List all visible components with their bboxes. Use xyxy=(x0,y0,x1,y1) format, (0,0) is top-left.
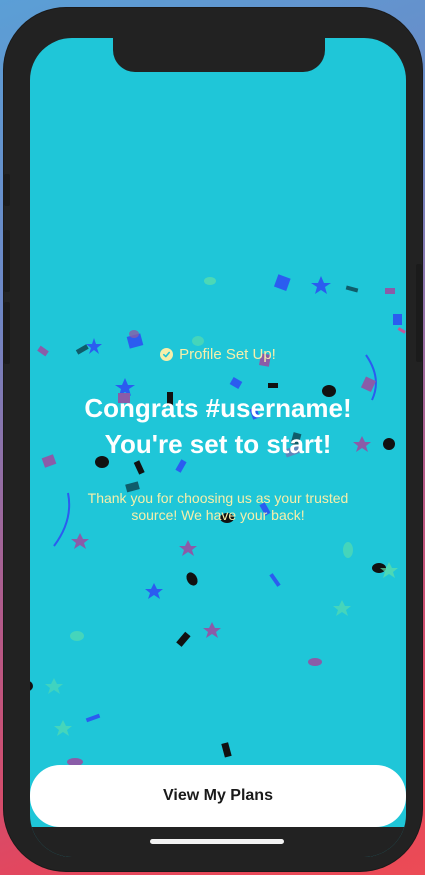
power-button xyxy=(416,264,422,362)
volume-up-button xyxy=(4,230,10,292)
app-screen: Profile Set Up! Congrats #username! You'… xyxy=(30,38,406,857)
subtext-line-2: source! We have your back! xyxy=(131,507,305,523)
congrats-headline: Congrats #username! You're set to start! xyxy=(30,390,406,462)
headline-line-1: Congrats #username! xyxy=(84,393,352,423)
home-indicator[interactable] xyxy=(150,839,284,844)
headline-line-2: You're set to start! xyxy=(104,429,332,459)
volume-down-button xyxy=(4,302,10,364)
subtext-line-1: Thank you for choosing us as your truste… xyxy=(87,490,349,506)
notch xyxy=(113,38,325,72)
check-circle-icon xyxy=(160,348,174,361)
thank-you-message: Thank you for choosing us as your truste… xyxy=(60,490,376,524)
profile-setup-badge: Profile Set Up! xyxy=(30,346,406,363)
phone-frame: Profile Set Up! Congrats #username! You'… xyxy=(4,8,422,871)
badge-label: Profile Set Up! xyxy=(179,346,276,363)
silent-switch xyxy=(4,174,10,206)
view-my-plans-button[interactable]: View My Plans xyxy=(30,765,406,827)
